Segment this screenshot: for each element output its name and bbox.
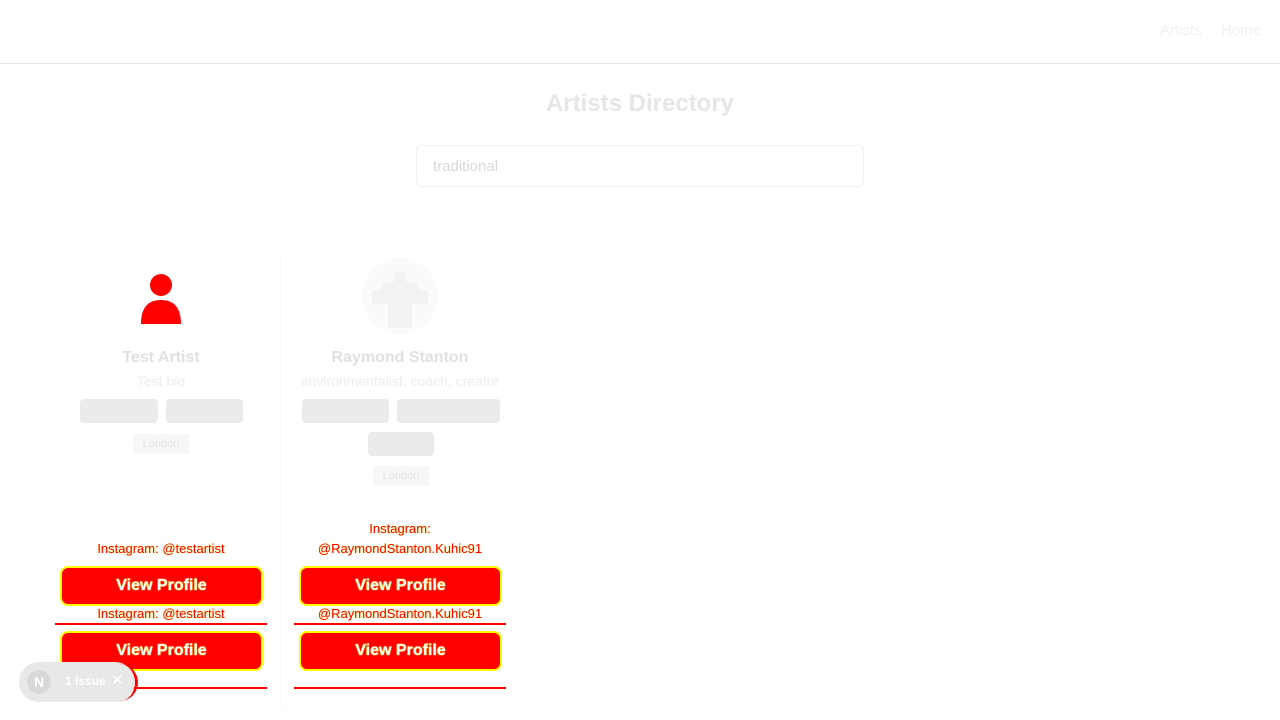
tag-chip (302, 399, 389, 423)
issues-count[interactable]: 1 Issue (65, 674, 106, 688)
divider (294, 687, 506, 689)
user-icon (141, 274, 181, 324)
instagram-handle[interactable]: Instagram: @testartist (42, 539, 280, 559)
tag-chip (80, 399, 158, 423)
tag-chip (166, 399, 243, 423)
instagram-handle[interactable]: @RaymondStanton.Kuhic91 (281, 539, 519, 559)
search-input[interactable] (416, 145, 864, 187)
view-profile-button[interactable]: View Profile (60, 566, 263, 606)
avatar (123, 258, 199, 334)
divider (294, 623, 506, 625)
top-navbar: Artists Home (0, 0, 1280, 64)
location-badge: London (133, 434, 189, 454)
instagram-label[interactable]: Instagram: (281, 519, 519, 539)
nav-link-home[interactable]: Home (1221, 22, 1261, 39)
tag-chip (397, 399, 500, 423)
artist-name: Test Artist (122, 349, 200, 366)
artist-bio: environmentalist, coach, creator (300, 373, 500, 389)
nav-link-artists[interactable]: Artists (1160, 22, 1202, 39)
tag-chip (368, 432, 434, 456)
divider (55, 623, 267, 625)
artist-card: Raymond Stanton environmentalist, coach,… (281, 248, 519, 708)
view-profile-button[interactable]: View Profile (299, 566, 502, 606)
artist-name: Raymond Stanton (331, 349, 469, 366)
view-profile-button[interactable]: View Profile (299, 631, 502, 671)
instagram-handle[interactable]: @RaymondStanton.Kuhic91 (281, 604, 519, 624)
instagram-handle[interactable]: Instagram: @testartist (42, 604, 280, 624)
artist-bio: Test bio (136, 373, 186, 389)
avatar (362, 258, 438, 334)
nextjs-logo-icon: N (27, 670, 51, 694)
location-badge: London (373, 466, 429, 486)
artist-card: Test Artist Test bio London Instagram: @… (42, 248, 280, 708)
page-title: Artists Directory (545, 90, 735, 117)
